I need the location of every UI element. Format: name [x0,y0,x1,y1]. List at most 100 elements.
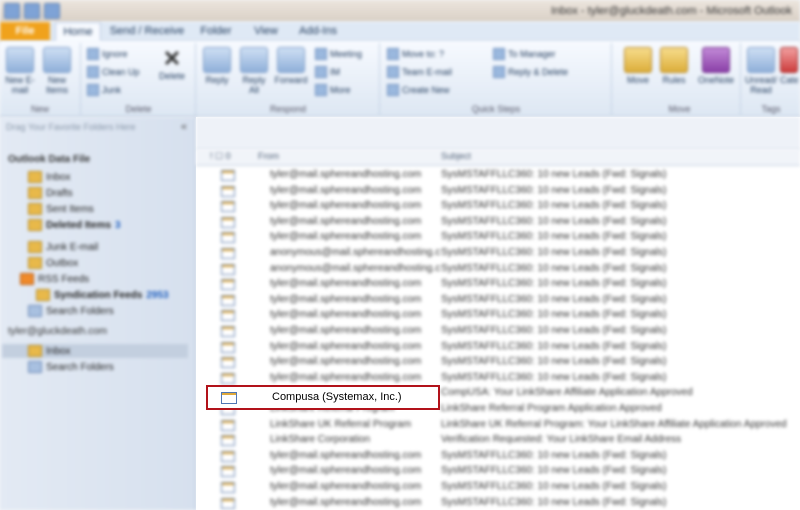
move-button[interactable]: Move [621,47,655,85]
junk-button[interactable]: Junk [87,83,121,96]
envelope-icon [221,216,235,228]
table-row[interactable]: tyler@mail.sphereandhosting.com SysMSTAFF… [196,214,800,230]
account-folder-inbox[interactable]: Inbox [28,344,70,358]
to-manager-button[interactable]: To Manager [493,47,556,60]
send-receive-icon[interactable] [24,3,40,19]
rss-icon [20,273,34,285]
group-delete: Ignore Clean Up Junk ✕ Delete Delete [82,43,196,115]
folder-inbox[interactable]: Inbox [28,170,70,184]
create-new-button[interactable]: Create New [387,83,450,96]
header-icons[interactable]: ! ☐ 0 [210,151,231,162]
move-to-button[interactable]: Move to: ? [387,47,444,60]
new-email-button[interactable]: New E-mail [3,47,37,95]
forward-button[interactable]: Forward [274,47,308,85]
folder-icon [28,219,42,231]
categorize-button[interactable]: Categorize [780,47,798,85]
onenote-button[interactable]: OneNote [695,47,737,85]
save-icon[interactable] [4,3,20,19]
reply-button[interactable]: Reply [200,47,234,85]
account-header[interactable]: tyler@gluckdeath.com [8,326,107,337]
team-email-button[interactable]: Team E-mail [387,65,452,78]
envelope-icon [221,341,235,353]
reply-delete-button[interactable]: Reply & Delete [493,65,568,78]
new-items-button[interactable]: New Items [40,47,74,95]
clean-up-button[interactable]: Clean Up [87,65,140,78]
folder-deleted-items[interactable]: Deleted Items 3 [28,218,121,232]
undo-icon[interactable] [44,3,60,19]
envelope-icon [221,466,235,478]
table-row[interactable]: tyler@mail.sphereandhosting.com SysMSTAFF… [196,339,800,355]
message-from: tyler@mail.sphereandhosting.com [270,231,422,243]
to-manager-icon [493,47,505,60]
table-row[interactable]: LinkShare UK Referral Program LinkShare U… [196,417,800,433]
message-subject: SysMSTAFFLLC360: 10 new Leads (Fwd: Sign… [441,309,667,321]
folder-rss-feeds[interactable]: RSS Feeds [20,272,89,286]
more-button[interactable]: More [315,83,351,96]
ignore-button[interactable]: Ignore [87,47,128,60]
message-subject: LinkShare UK Referral Program: Your Link… [441,418,787,430]
favorites-drop-zone[interactable]: Drag Your Favorite Folders Here [6,122,186,136]
folder-drafts[interactable]: Drafts [28,186,73,200]
envelope-icon [221,185,235,197]
tab-add-ins[interactable]: Add-Ins [292,22,344,41]
message-subject: Verification Requested: Your LinkShare E… [441,434,682,446]
table-row[interactable]: tyler@mail.sphereandhosting.com SysMSTAFF… [196,463,800,479]
table-row[interactable]: tyler@mail.sphereandhosting.com SysMSTAFF… [196,167,800,183]
table-row[interactable]: tyler@mail.sphereandhosting.com SysMSTAFF… [196,323,800,339]
table-row[interactable]: tyler@mail.sphereandhosting.com SysMSTAFF… [196,370,800,386]
unread-read-button[interactable]: Unread/ Read [744,47,778,95]
im-button[interactable]: IM [315,65,340,78]
message-from: tyler@mail.sphereandhosting.com [270,496,422,508]
table-row[interactable]: tyler@mail.sphereandhosting.com SysMSTAFF… [196,495,800,510]
rules-button[interactable]: Rules [657,47,691,85]
message-subject: SysMSTAFFLLC360: 10 new Leads (Fwd: Sign… [441,262,667,274]
folder-sent-items[interactable]: Sent Items [28,202,94,216]
tab-home[interactable]: Home [55,22,101,42]
folder-rss-subfeed[interactable]: Syndication Feeds 2953 [36,288,169,302]
data-file-header[interactable]: Outlook Data File [8,154,90,165]
search-folder-icon [28,305,42,317]
folder-outbox[interactable]: Outbox [28,256,78,270]
message-subject: SysMSTAFFLLC360: 10 new Leads (Fwd: Sign… [441,340,667,352]
table-row[interactable]: tyler@mail.sphereandhosting.com SysMSTAFF… [196,292,800,308]
table-row[interactable]: tyler@mail.sphereandhosting.com SysMSTAFF… [196,229,800,245]
table-row[interactable]: tyler@mail.sphereandhosting.com SysMSTAFF… [196,448,800,464]
table-row[interactable]: LinkShare Corporation Verification Reques… [196,432,800,448]
table-row[interactable]: anonymous@mail.sphereandhosting.com SysMS… [196,261,800,277]
unread-count-badge: 3 [115,219,121,231]
delete-button[interactable]: ✕ Delete [155,47,189,82]
from-column-header[interactable]: From [258,151,279,161]
subject-column-header[interactable]: Subject [441,151,471,161]
table-row[interactable]: tyler@mail.sphereandhosting.com SysMSTAFF… [196,307,800,323]
reply-all-icon [240,47,268,73]
table-row[interactable]: tyler@mail.sphereandhosting.com SysMSTAFF… [196,479,800,495]
highlighted-message-row[interactable]: Compusa (Systemax, Inc.) [206,385,440,410]
envelope-icon [221,450,235,462]
meeting-button[interactable]: Meeting [315,47,362,60]
tab-view[interactable]: View [246,22,286,41]
reply-delete-icon [493,65,505,78]
new-items-icon [43,47,71,73]
folder-junk-email[interactable]: Junk E-mail [28,240,98,254]
tab-folder[interactable]: Folder [192,22,240,41]
envelope-icon [221,357,235,369]
envelope-icon [221,482,235,493]
table-row[interactable]: tyler@mail.sphereandhosting.com SysMSTAFF… [196,183,800,199]
table-row[interactable]: anonymous@mail.sphereandhosting.com SysMS… [196,245,800,261]
collapse-pane-icon[interactable]: « [181,121,187,133]
folder-search-folders[interactable]: Search Folders [28,304,114,318]
table-row[interactable]: tyler@mail.sphereandhosting.com SysMSTAFF… [196,354,800,370]
reply-all-button[interactable]: Reply All [237,47,271,95]
group-respond: Reply Reply All Forward Meeting IM More … [197,43,380,115]
table-row[interactable]: tyler@mail.sphereandhosting.com SysMSTAFF… [196,198,800,214]
folder-icon [28,241,42,253]
group-quick-steps: Move to: ? Team E-mail Create New To Man… [381,43,612,115]
table-row[interactable]: tyler@mail.sphereandhosting.com SysMSTAFF… [196,276,800,292]
folder-icon [28,171,42,183]
message-from: tyler@mail.sphereandhosting.com [270,293,422,305]
tab-send-receive[interactable]: Send / Receive [106,22,188,41]
account-folder-search[interactable]: Search Folders [28,360,114,374]
message-from: tyler@mail.sphereandhosting.com [270,184,422,196]
tab-file[interactable]: File [0,22,50,41]
message-subject: SysMSTAFFLLC360: 10 new Leads (Fwd: Sign… [441,231,667,243]
